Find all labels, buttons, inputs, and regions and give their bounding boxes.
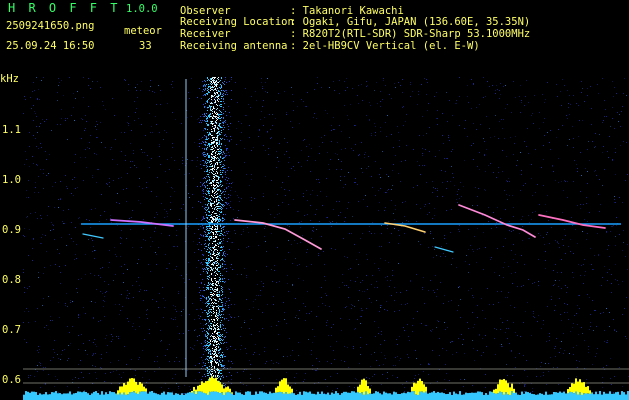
- file-name: 2509241650.png: [6, 20, 95, 32]
- plot-background: [23, 77, 629, 400]
- y-axis-unit: kHz: [0, 73, 19, 85]
- info-antenna-value: : 2el-HB9CV Vertical (el. E-W): [290, 40, 480, 52]
- spectrogram-canvas: [23, 77, 629, 400]
- meteor-label: meteor: [124, 25, 162, 37]
- file-datetime: 25.09.24 16:50: [6, 40, 95, 52]
- y-tick-label: 0.8: [2, 274, 21, 286]
- app-title: H R O F F T: [8, 1, 121, 15]
- app-version: 1.0.0: [126, 3, 158, 15]
- y-tick-label: 0.7: [2, 324, 21, 336]
- meteor-count: 33: [139, 40, 152, 52]
- y-tick-label: 0.9: [2, 224, 21, 236]
- info-antenna-label: Receiving antenna: [180, 40, 288, 52]
- y-tick-label: 0.6: [2, 374, 21, 386]
- y-tick-label: 1.1: [2, 124, 21, 136]
- spectrogram-plot[interactable]: [23, 77, 629, 400]
- header-panel: H R O F F T 1.0.0 2509241650.png meteor …: [0, 0, 629, 85]
- y-tick-label: 1.0: [2, 174, 21, 186]
